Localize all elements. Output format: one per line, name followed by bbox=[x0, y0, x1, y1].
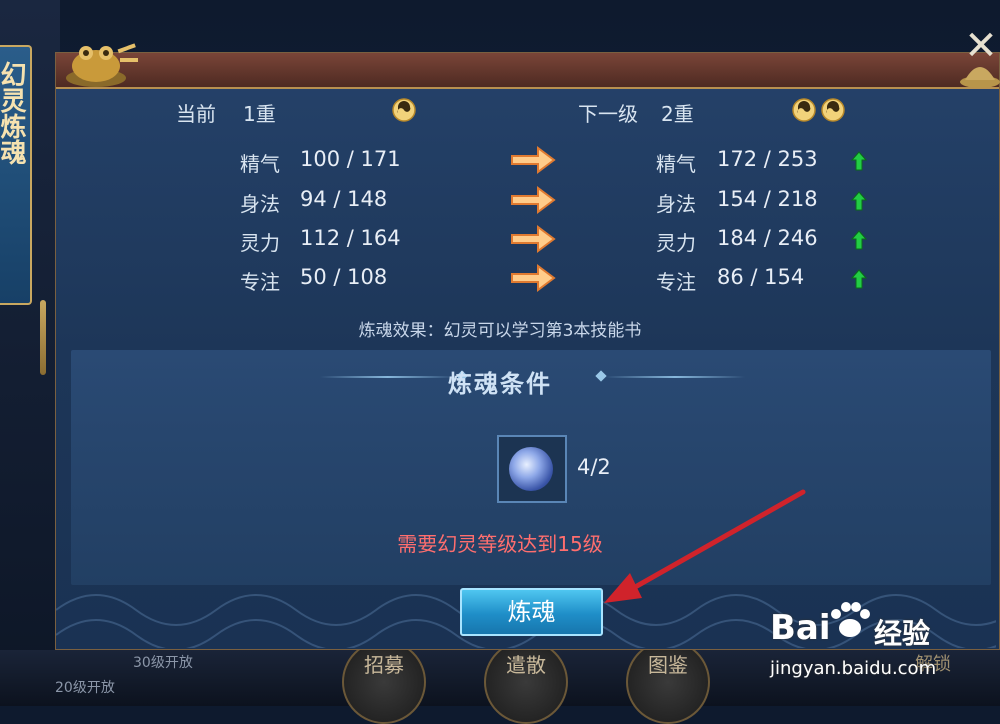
next-label: 下一级 bbox=[578, 102, 638, 126]
right-arrow-icon bbox=[511, 186, 556, 214]
stat-name-current: 精气 bbox=[240, 152, 280, 176]
dismiss-button[interactable]: 遣散 bbox=[484, 640, 568, 724]
stat-name-next: 专注 bbox=[656, 270, 696, 294]
stat-name-current: 灵力 bbox=[240, 231, 280, 255]
right-arrow-icon bbox=[511, 146, 556, 174]
dialog-title-bar bbox=[56, 53, 999, 89]
stat-value-current: 100 / 171 bbox=[300, 147, 401, 171]
stat-name-current: 专注 bbox=[240, 270, 280, 294]
stat-value-current: 50 / 108 bbox=[300, 265, 388, 289]
side-tab-label: 幻灵炼魂 bbox=[0, 61, 26, 165]
stat-value-next: 154 / 218 bbox=[717, 187, 818, 211]
stat-value-current: 112 / 164 bbox=[300, 226, 401, 250]
recruit-button[interactable]: 招募 bbox=[342, 640, 426, 724]
up-arrow-icon bbox=[851, 151, 867, 171]
side-tab-soul-refine[interactable]: 幻灵炼魂 bbox=[0, 45, 32, 305]
next-level: 2重 bbox=[661, 102, 694, 126]
required-item-count: 4/2 bbox=[577, 455, 611, 479]
paw-icon bbox=[831, 602, 870, 637]
toad-icon bbox=[66, 43, 138, 87]
stat-name-next: 精气 bbox=[656, 152, 696, 176]
watermark-brand-2: 经验 bbox=[874, 617, 931, 650]
up-arrow-icon bbox=[851, 191, 867, 211]
soul-orb-icon bbox=[509, 447, 553, 491]
required-item-slot[interactable] bbox=[497, 435, 567, 503]
right-arrow-icon bbox=[511, 264, 556, 292]
stat-name-current: 身法 bbox=[240, 192, 280, 216]
current-level: 1重 bbox=[243, 102, 276, 126]
up-arrow-icon bbox=[851, 269, 867, 289]
yin-yang-icon bbox=[792, 98, 816, 122]
stat-name-next: 身法 bbox=[656, 192, 696, 216]
lotus-decoration-icon bbox=[960, 67, 1000, 88]
stat-value-current: 94 / 148 bbox=[300, 187, 388, 211]
up-arrow-icon bbox=[851, 230, 867, 250]
stat-value-next: 184 / 246 bbox=[717, 226, 818, 250]
watermark-url: jingyan.baidu.com bbox=[770, 658, 937, 679]
current-label: 当前 bbox=[176, 102, 216, 126]
effect-description: 炼魂效果：幻灵可以学习第3本技能书 bbox=[358, 321, 642, 341]
level-requirement-text: 需要幻灵等级达到15级 bbox=[397, 532, 603, 556]
stat-value-next: 172 / 253 bbox=[717, 147, 818, 171]
unlock-level-label-1: 30级开放 bbox=[133, 655, 193, 671]
stat-value-next: 86 / 154 bbox=[717, 265, 805, 289]
conditions-title: 炼魂条件 bbox=[448, 370, 552, 398]
watermark-brand: Bai bbox=[770, 608, 831, 648]
stat-name-next: 灵力 bbox=[656, 231, 696, 255]
right-arrow-icon bbox=[511, 225, 556, 253]
codex-button[interactable]: 图鉴 bbox=[626, 640, 710, 724]
yin-yang-icon bbox=[821, 98, 845, 122]
baidu-watermark: Bai 经验 jingyan.baidu.com bbox=[770, 600, 990, 690]
yin-yang-icon bbox=[392, 98, 416, 122]
unlock-level-label-2: 20级开放 bbox=[55, 680, 115, 696]
refine-soul-button[interactable]: 炼魂 bbox=[460, 588, 603, 636]
